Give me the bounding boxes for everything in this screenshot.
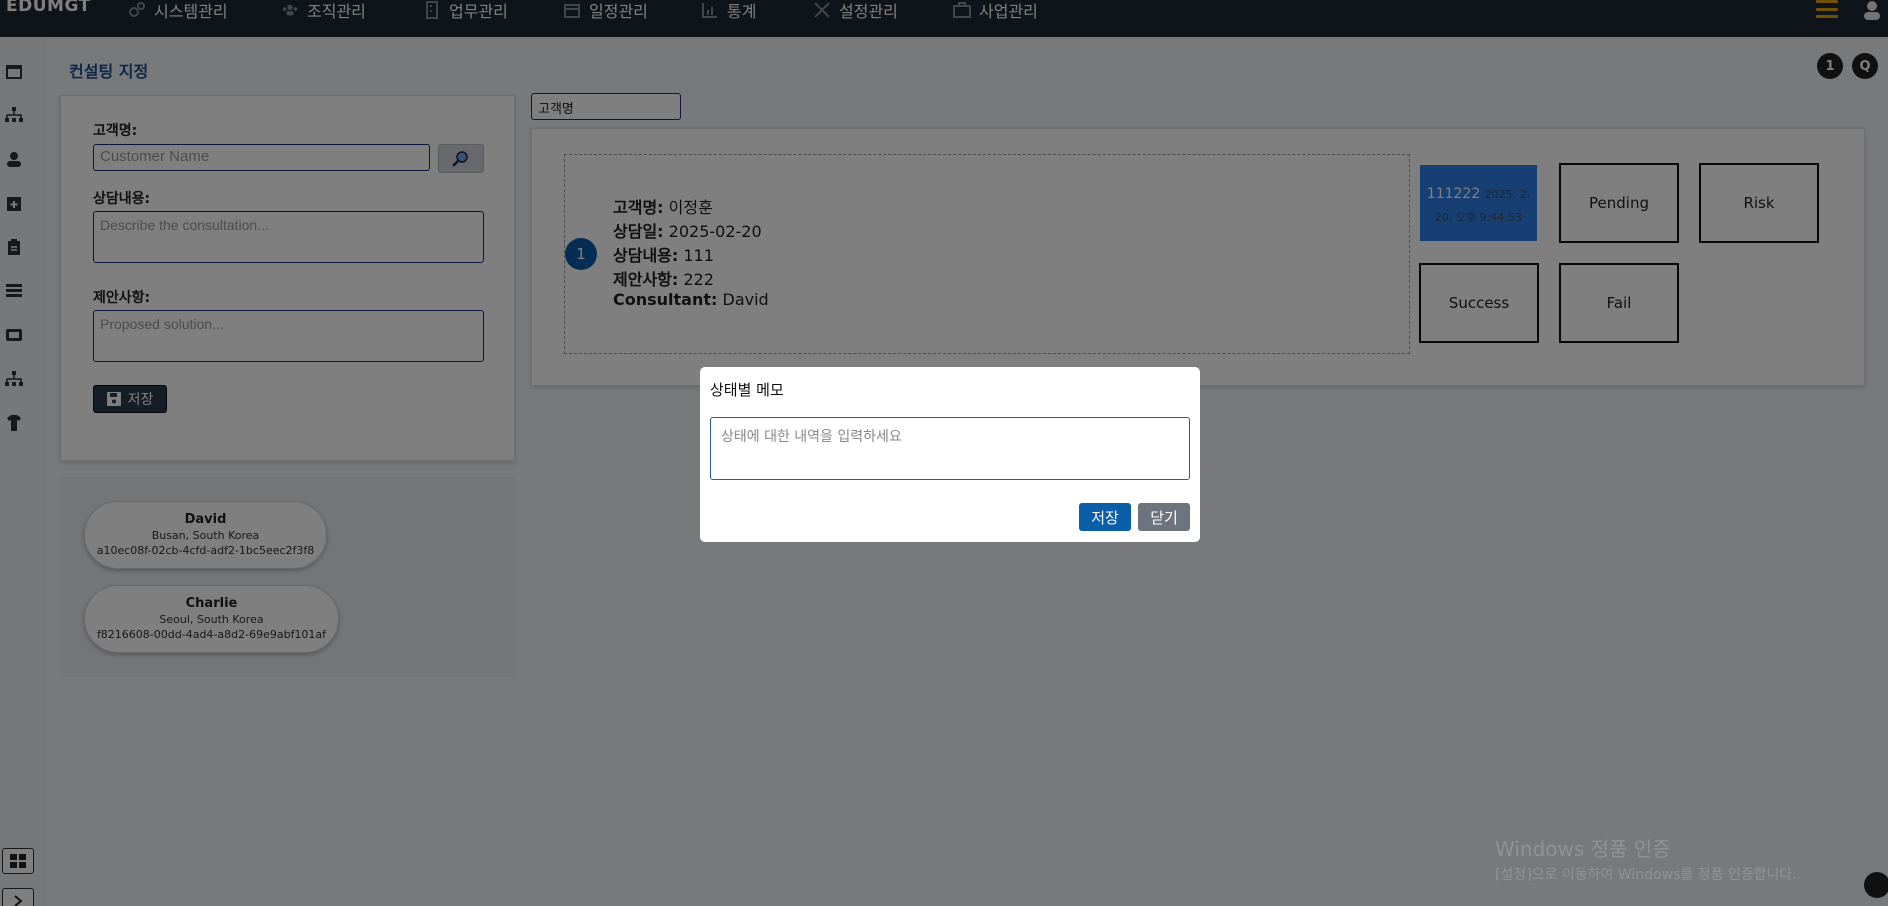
windows-activation-watermark: Windows 정품 인증 [설정]으로 이동하여 Windows를 정품 인증…	[1495, 833, 1797, 884]
modal-title: 상태별 메모	[710, 381, 784, 399]
memo-textarea[interactable]: 상태에 대한 내역을 입력하세요	[710, 417, 1190, 480]
globe-icon[interactable]	[1864, 872, 1888, 898]
modal-close-button[interactable]: 닫기	[1138, 503, 1190, 531]
status-memo-modal: 상태별 메모 상태에 대한 내역을 입력하세요 저장 닫기	[700, 367, 1200, 542]
watermark-title: Windows 정품 인증	[1495, 837, 1671, 861]
modal-save-button[interactable]: 저장	[1079, 503, 1131, 531]
watermark-subtitle: [설정]으로 이동하여 Windows를 정품 인증합니다.	[1495, 867, 1797, 883]
